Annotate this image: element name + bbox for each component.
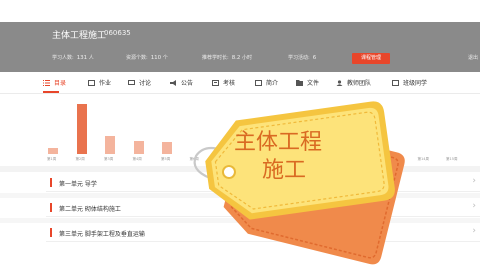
tag-hole (221, 165, 236, 180)
course-page: { "header": { "course_title": "主体工程施工", … (0, 0, 480, 270)
tag-title-line2: 施工 (262, 158, 307, 183)
